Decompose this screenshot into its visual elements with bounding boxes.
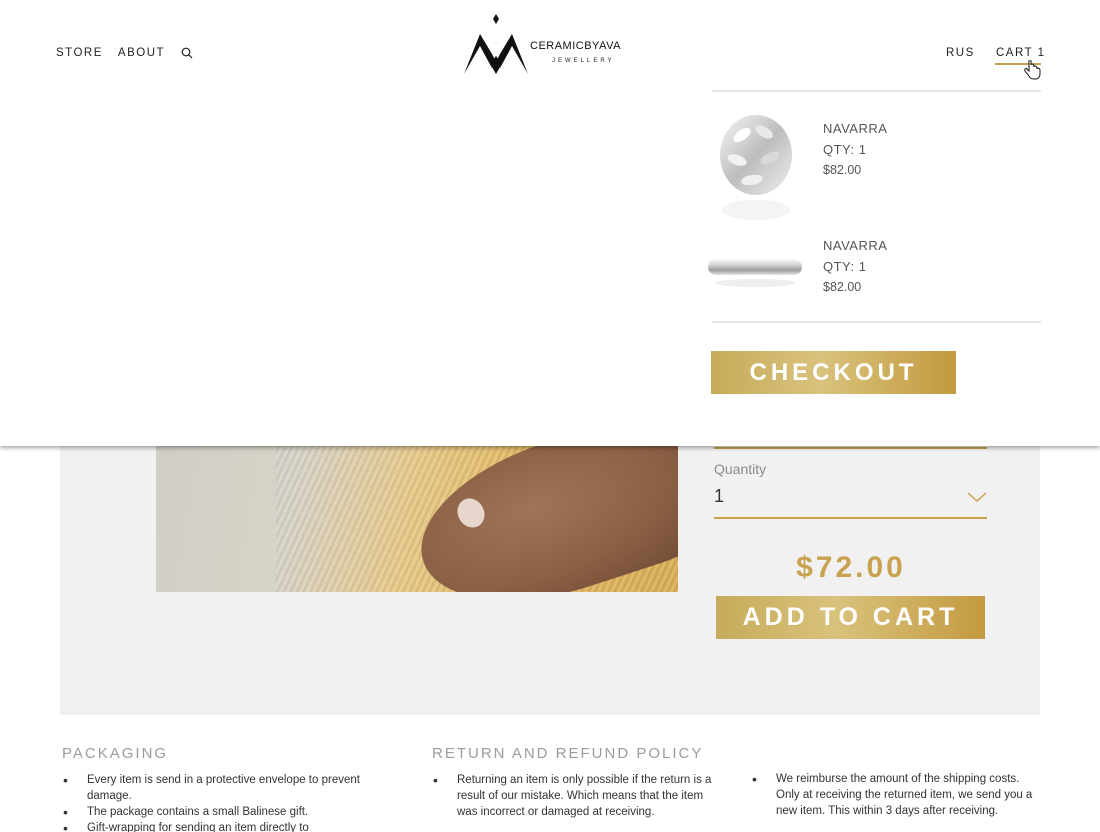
cart-top-divider: [712, 90, 1041, 92]
product-price: $72.00: [796, 551, 906, 584]
cart-item-price: $82.00: [823, 280, 862, 294]
logo-mark-icon: [464, 14, 528, 74]
packaging-section: PACKAGING Every item is send in a protec…: [62, 745, 362, 832]
refund-section: We reimburse the amount of the shipping …: [751, 771, 1041, 819]
cart-item-qty: QTY: 1: [823, 259, 867, 274]
leaf-ring-image: [720, 115, 792, 220]
site-logo[interactable]: CERAMICBYAVA JEWELLERY: [462, 12, 632, 78]
cart-item-name[interactable]: NAVARRA: [823, 238, 887, 253]
list-item: We reimburse the amount of the shipping …: [751, 771, 1041, 819]
returns-heading: RETURN AND REFUND POLICY: [432, 745, 704, 762]
packaging-heading: PACKAGING: [62, 745, 169, 762]
list-item: Returning an item is only possible if th…: [432, 772, 722, 820]
cart-link[interactable]: CART 1: [996, 47, 1045, 59]
cart-item-name[interactable]: NAVARRA: [823, 121, 887, 136]
hand-cursor-icon: [1024, 60, 1041, 80]
list-item: Every item is send in a protective envel…: [62, 772, 362, 804]
quantity-select[interactable]: 1: [714, 486, 987, 507]
cart-dropdown-overlay: STORE ABOUT CERAMICBYAVA JEWELLERY RUS C…: [0, 0, 1100, 446]
band-ring-image: [708, 259, 802, 287]
option-field-underline: [714, 447, 987, 449]
checkout-button[interactable]: CHECKOUT: [711, 351, 956, 394]
returns-section: RETURN AND REFUND POLICY Returning an it…: [432, 745, 722, 820]
search-icon[interactable]: [181, 47, 193, 59]
cart-item-qty: QTY: 1: [823, 142, 867, 157]
main-nav: STORE ABOUT: [56, 47, 193, 59]
quantity-underline: [714, 517, 987, 519]
logo-subtext: JEWELLERY: [552, 58, 615, 64]
list-item: Gift-wrapping for sending an item direct…: [62, 820, 362, 832]
add-to-cart-button[interactable]: ADD TO CART: [716, 596, 985, 639]
chevron-down-icon[interactable]: [966, 490, 988, 504]
packaging-list: Every item is send in a protective envel…: [62, 772, 362, 832]
nav-about-link[interactable]: ABOUT: [118, 47, 165, 59]
refund-list: We reimburse the amount of the shipping …: [751, 771, 1041, 819]
quantity-label: Quantity: [714, 461, 767, 477]
returns-list: Returning an item is only possible if th…: [432, 772, 722, 820]
cart-bottom-divider: [712, 321, 1041, 323]
nav-store-link[interactable]: STORE: [56, 47, 103, 59]
language-switch[interactable]: RUS: [946, 47, 975, 59]
list-item: The package contains a small Balinese gi…: [62, 804, 362, 820]
logo-text: CERAMICBYAVA: [530, 40, 621, 52]
cart-item-price: $82.00: [823, 163, 862, 177]
